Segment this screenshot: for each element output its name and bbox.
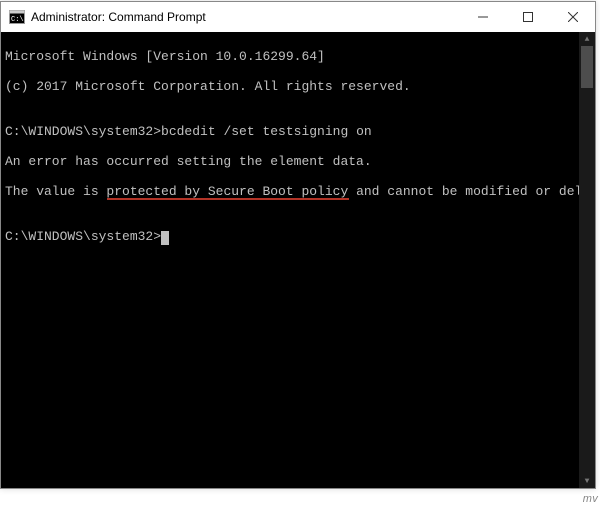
version-line: Microsoft Windows [Version 10.0.16299.64… [5, 49, 591, 64]
scroll-up-arrow-icon[interactable]: ▲ [579, 32, 595, 46]
svg-text:C:\: C:\ [11, 16, 24, 24]
command-entered: bcdedit /set testsigning on [161, 124, 372, 139]
vertical-scrollbar[interactable]: ▲ ▼ [579, 32, 595, 488]
prompt-path: C:\WINDOWS\system32> [5, 124, 161, 139]
window-controls [460, 2, 595, 32]
watermark-text: mv [583, 493, 598, 505]
err2-post: and cannot be modified or deleted. [348, 184, 595, 199]
text-cursor [161, 231, 169, 245]
terminal-content: Microsoft Windows [Version 10.0.16299.64… [1, 32, 595, 276]
window-title: Administrator: Command Prompt [31, 10, 460, 24]
maximize-button[interactable] [505, 2, 550, 32]
prompt-line-2: C:\WINDOWS\system32> [5, 229, 591, 244]
secure-boot-phrase: protected by Secure Boot policy [106, 184, 348, 199]
cmd-icon: C:\ [9, 9, 25, 25]
prompt-path: C:\WINDOWS\system32> [5, 229, 161, 244]
minimize-button[interactable] [460, 2, 505, 32]
close-button[interactable] [550, 2, 595, 32]
prompt-line-1: C:\WINDOWS\system32>bcdedit /set testsig… [5, 124, 591, 139]
copyright-line: (c) 2017 Microsoft Corporation. All righ… [5, 79, 591, 94]
scroll-down-arrow-icon[interactable]: ▼ [579, 474, 595, 488]
error-line-1: An error has occurred setting the elemen… [5, 154, 591, 169]
red-underline-annotation [107, 198, 350, 200]
titlebar[interactable]: C:\ Administrator: Command Prompt [1, 2, 595, 32]
terminal-area[interactable]: Microsoft Windows [Version 10.0.16299.64… [1, 32, 595, 488]
scrollbar-thumb[interactable] [581, 46, 593, 88]
command-prompt-window: C:\ Administrator: Command Prompt Micros… [0, 1, 596, 489]
err2-pre: The value is [5, 184, 106, 199]
error-line-2: The value is protected by Secure Boot po… [5, 184, 591, 199]
